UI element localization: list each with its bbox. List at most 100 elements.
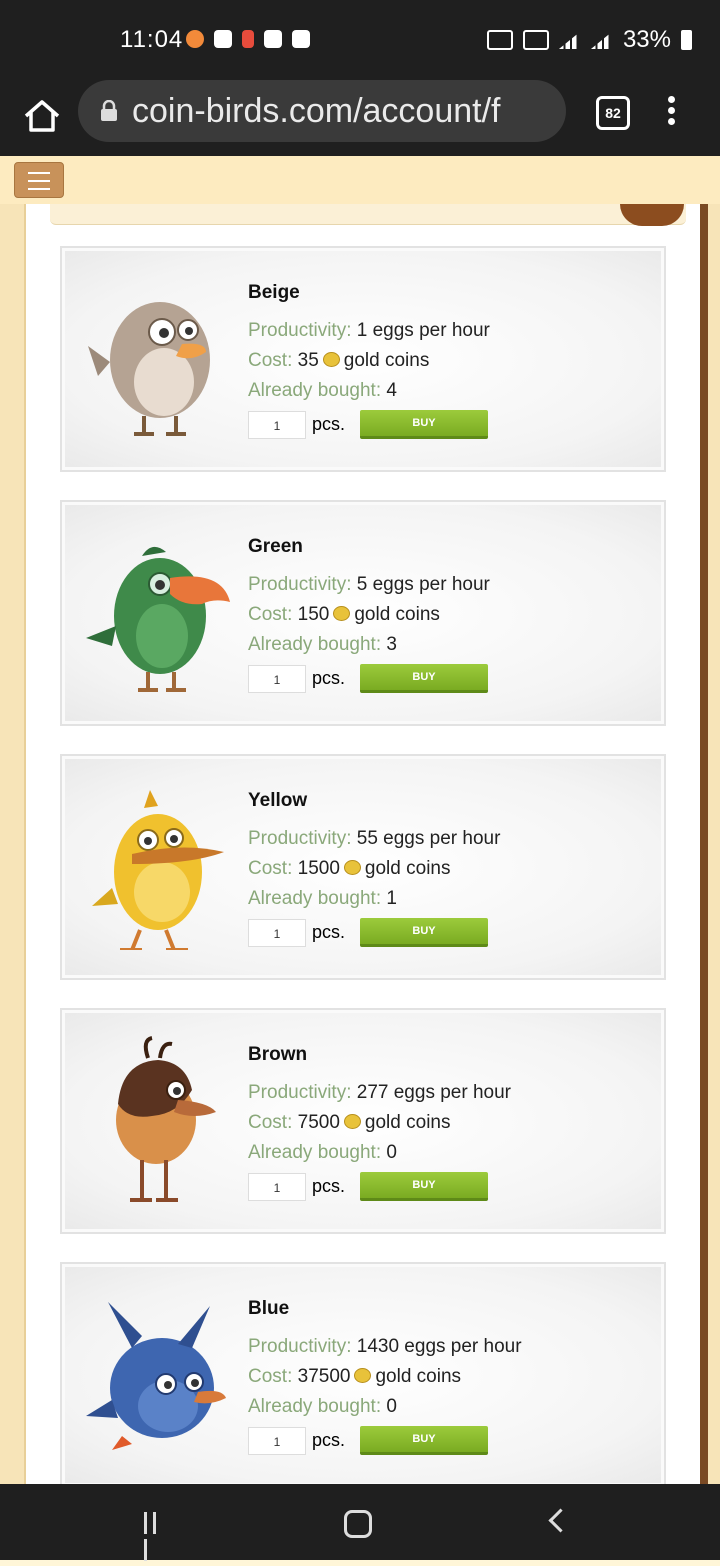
productivity-label: Productivity: (248, 320, 352, 341)
bird-name: Beige (248, 282, 300, 303)
quantity-input[interactable]: 1 (248, 410, 306, 439)
bought-value: 3 (386, 634, 397, 655)
bought-label: Already bought: (248, 1142, 382, 1163)
gold-coin-icon (322, 352, 340, 367)
back-icon[interactable] (548, 1508, 573, 1533)
status-time: 11:04 (120, 26, 184, 53)
pcs-label: pcs. (312, 668, 346, 688)
app-notification-icon (186, 30, 204, 48)
buy-button[interactable]: BUY (360, 1426, 488, 1455)
gold-coin-icon (333, 606, 351, 621)
bird-info: Brown Productivity: 277 eggs per hour Co… (248, 1044, 648, 1201)
quantity-input[interactable]: 1 (248, 664, 306, 693)
pcs-label: pcs. (312, 414, 346, 434)
signal-icon (590, 31, 613, 49)
bird-info: Yellow Productivity: 55 eggs per hour Co… (248, 790, 648, 947)
bird-blue-icon (86, 1302, 226, 1450)
cost-unit: gold coins (364, 858, 451, 879)
bird-name: Yellow (248, 790, 308, 811)
bird-name: Brown (248, 1044, 308, 1065)
recents-icon[interactable] (144, 1512, 170, 1561)
cost-unit: gold coins (343, 350, 430, 371)
productivity-label: Productivity: (248, 828, 352, 849)
status-bar: 11:04 33% (0, 0, 720, 80)
bird-card-green: Green Productivity: 5 eggs per hour Cost… (60, 500, 666, 726)
productivity-label: Productivity: (248, 1082, 352, 1103)
mute-icon (522, 30, 549, 50)
cost-unit: gold coins (375, 1366, 462, 1387)
hamburger-menu-icon[interactable] (14, 162, 64, 198)
cost-value: 1500 (297, 858, 340, 879)
buy-button[interactable]: BUY (360, 918, 488, 947)
bird-card-beige: Beige Productivity: 1 eggs per hour Cost… (60, 246, 666, 472)
battery-icon (681, 30, 692, 50)
productivity-value: 1430 eggs per hour (356, 1336, 522, 1357)
side-border (700, 204, 708, 1484)
bird-beige-icon (88, 302, 210, 436)
pcs-label: pcs. (312, 1430, 346, 1450)
productivity-value: 5 eggs per hour (356, 574, 490, 595)
gold-coin-icon (343, 1114, 361, 1129)
browser-toolbar: coin-birds.com/account/f 82 (0, 80, 720, 156)
cost-value: 150 (297, 604, 330, 625)
bird-yellow-icon (92, 790, 224, 950)
bird-card-blue: Blue Productivity: 1430 eggs per hour Co… (60, 1262, 666, 1488)
url-text: coin-birds.com/account/f (132, 91, 501, 130)
quantity-input[interactable]: 1 (248, 1172, 306, 1201)
pcs-label: pcs. (312, 922, 346, 942)
cost-label: Cost: (248, 1366, 293, 1387)
site-header (0, 156, 720, 205)
shield-icon (264, 30, 282, 48)
cost-value: 7500 (297, 1112, 340, 1133)
bird-name: Blue (248, 1298, 290, 1319)
section-header-strip (50, 204, 686, 225)
home-icon[interactable] (20, 94, 64, 138)
key-icon (486, 30, 513, 50)
status-right: 33% (486, 26, 692, 54)
home-nav-icon[interactable] (344, 1510, 372, 1538)
bird-name: Green (248, 536, 303, 557)
bird-card-yellow: Yellow Productivity: 55 eggs per hour Co… (60, 754, 666, 980)
bird-info: Beige Productivity: 1 eggs per hour Cost… (248, 282, 648, 439)
pcs-label: pcs. (312, 1176, 346, 1196)
bird-green-icon (86, 546, 230, 692)
productivity-value: 277 eggs per hour (356, 1082, 511, 1103)
buy-button[interactable]: BUY (360, 410, 488, 439)
bought-value: 1 (386, 888, 397, 909)
cost-label: Cost: (248, 858, 293, 879)
bought-label: Already bought: (248, 634, 382, 655)
cost-value: 37500 (297, 1366, 351, 1387)
cost-label: Cost: (248, 604, 293, 625)
gallery-icon (214, 30, 232, 48)
more-menu-icon[interactable] (666, 96, 676, 126)
productivity-value: 55 eggs per hour (356, 828, 501, 849)
bought-label: Already bought: (248, 1396, 382, 1417)
tabs-button[interactable]: 82 (596, 96, 630, 130)
cost-label: Cost: (248, 350, 293, 371)
buy-button[interactable]: BUY (360, 1172, 488, 1201)
quantity-input[interactable]: 1 (248, 918, 306, 947)
gold-coin-icon (354, 1368, 372, 1383)
system-nav-bar (0, 1484, 720, 1561)
bird-info: Blue Productivity: 1430 eggs per hour Co… (248, 1298, 648, 1455)
bought-value: 4 (386, 380, 397, 401)
productivity-label: Productivity: (248, 574, 352, 595)
cost-label: Cost: (248, 1112, 293, 1133)
bought-label: Already bought: (248, 888, 382, 909)
address-bar[interactable]: coin-birds.com/account/f (78, 80, 566, 142)
page-content: Beige Productivity: 1 eggs per hour Cost… (0, 204, 720, 1488)
notification-icons (186, 30, 310, 48)
bird-brown-icon (116, 1036, 216, 1202)
battery-percent: 33% (622, 26, 671, 53)
bought-value: 0 (386, 1396, 397, 1417)
bird-card-brown: Brown Productivity: 277 eggs per hour Co… (60, 1008, 666, 1234)
cost-value: 35 (297, 350, 319, 371)
buy-button[interactable]: BUY (360, 664, 488, 693)
bird-info: Green Productivity: 5 eggs per hour Cost… (248, 536, 648, 693)
bought-label: Already bought: (248, 380, 382, 401)
quantity-input[interactable]: 1 (248, 1426, 306, 1455)
box-icon (292, 30, 310, 48)
cost-unit: gold coins (354, 604, 440, 625)
app-s-icon (242, 30, 254, 48)
gold-coin-icon (343, 860, 361, 875)
